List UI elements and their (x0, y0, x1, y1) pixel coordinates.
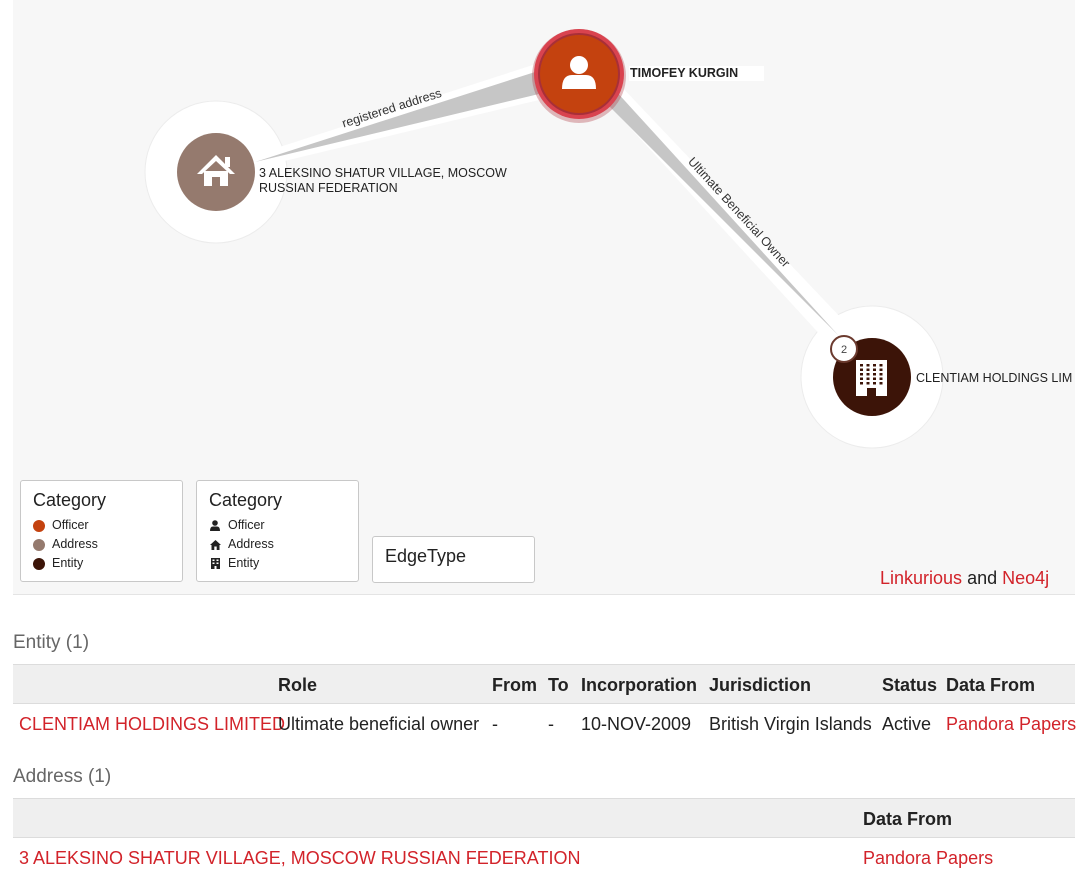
legend-color-category: Category Officer Address Entity (20, 480, 183, 582)
cell-role: Ultimate beneficial owner (278, 714, 480, 734)
data-from-link[interactable]: Pandora Papers (863, 848, 993, 869)
credit-and: and (967, 568, 998, 588)
cell-jurisdiction: British Virgin Islands (709, 714, 872, 734)
legend-item-entity: Entity (33, 554, 182, 573)
building-icon (209, 558, 221, 569)
building-window (866, 377, 870, 380)
cell-from: - (492, 714, 498, 734)
entity-section-title: Entity (1) (13, 632, 90, 653)
col-to: To (548, 675, 569, 695)
address-table: Data From 3 ALEKSINO SHATUR VILLAGE, MOS… (13, 798, 1075, 878)
building-window (860, 368, 863, 371)
data-from-link[interactable]: Pandora Papers (946, 714, 1076, 735)
legend-item-address: Address (209, 535, 358, 554)
building-window (873, 364, 876, 367)
legend-icon-category: Category Officer Address Entity (196, 480, 359, 582)
address-label-line1: 3 ALEKSINO SHATUR VILLAGE, MOSCOW (259, 166, 507, 180)
legend-title: Category (209, 490, 283, 510)
cell-to: - (548, 714, 554, 734)
address-color-dot (33, 538, 45, 551)
col-status: Status (882, 675, 938, 695)
address-link[interactable]: 3 ALEKSINO SHATUR VILLAGE, MOSCOW RUSSIA… (19, 848, 580, 869)
home-icon (209, 539, 221, 550)
officer-node-label[interactable]: TIMOFEY KURGIN (629, 66, 765, 81)
building-window (866, 364, 870, 367)
building-window (860, 377, 863, 380)
building-window (879, 373, 883, 376)
building-window (879, 377, 883, 380)
linkurious-link[interactable]: Linkurious (880, 568, 962, 588)
table-row: CLENTIAM HOLDINGS LIMITED Ultimate benef… (13, 704, 1076, 744)
building-window (866, 368, 870, 371)
building-window (860, 373, 863, 376)
address-node-label[interactable]: 3 ALEKSINO SHATUR VILLAGE, MOSCOW RUSSIA… (259, 166, 507, 196)
legend-edge-type: EdgeType (372, 536, 535, 583)
building-window (879, 382, 883, 385)
building-icon (856, 360, 887, 396)
neo4j-link[interactable]: Neo4j (1002, 568, 1049, 588)
col-data-from: Data From (946, 675, 1036, 695)
entity-color-dot (33, 557, 45, 570)
legend-title: EdgeType (385, 546, 467, 566)
building-window (873, 382, 876, 385)
user-icon (209, 520, 221, 531)
col-from: From (492, 675, 537, 695)
legend-item-address: Address (33, 535, 182, 554)
graph-canvas[interactable]: registered address Ultimate Beneficial O… (13, 0, 1075, 595)
entity-table: Role From To Incorporation Jurisdiction … (13, 664, 1076, 744)
legend-item-officer: Officer (33, 516, 182, 535)
edge-label-ubo: Ultimate Beneficial Owner (685, 155, 792, 270)
edge-halo-registered-address (255, 63, 539, 168)
svg-text:2: 2 (841, 344, 847, 356)
table-row: 3 ALEKSINO SHATUR VILLAGE, MOSCOW RUSSIA… (13, 838, 1075, 878)
address-label-line2: RUSSIAN FEDERATION (259, 181, 398, 195)
building-window (860, 382, 863, 385)
building-window (873, 368, 876, 371)
legend-item-entity: Entity (209, 554, 358, 573)
building-window (866, 373, 870, 376)
cell-status: Active (882, 714, 932, 734)
edge-ubo[interactable] (603, 90, 839, 336)
entity-node-label[interactable]: CLENTIAM HOLDINGS LIM (916, 371, 1072, 386)
building-window (866, 382, 870, 385)
col-incorporation: Incorporation (581, 675, 697, 695)
building-window (873, 373, 876, 376)
cell-incorporation: 10-NOV-2009 (581, 714, 692, 734)
legend-item-officer: Officer (209, 516, 358, 535)
officer-node[interactable] (532, 29, 626, 123)
building-window (879, 364, 883, 367)
address-table-header: Data From (13, 798, 1075, 838)
address-section-title: Address (1) (13, 766, 112, 787)
address-node[interactable] (177, 133, 255, 211)
col-role: Role (278, 675, 318, 695)
building-window (879, 368, 883, 371)
legend-title: Category (33, 490, 107, 510)
entity-count-badge: 2 (830, 335, 858, 363)
credit-line: Linkurious and Neo4j (880, 568, 1049, 589)
col-data-from: Data From (863, 809, 953, 829)
officer-color-dot (33, 519, 45, 532)
edge-registered-address[interactable] (255, 72, 539, 162)
entity-table-header: Role From To Incorporation Jurisdiction … (13, 664, 1075, 704)
building-window (873, 377, 876, 380)
entity-name-link[interactable]: CLENTIAM HOLDINGS LIMITED (19, 714, 285, 735)
building-window (860, 364, 863, 367)
col-jurisdiction: Jurisdiction (709, 675, 812, 695)
